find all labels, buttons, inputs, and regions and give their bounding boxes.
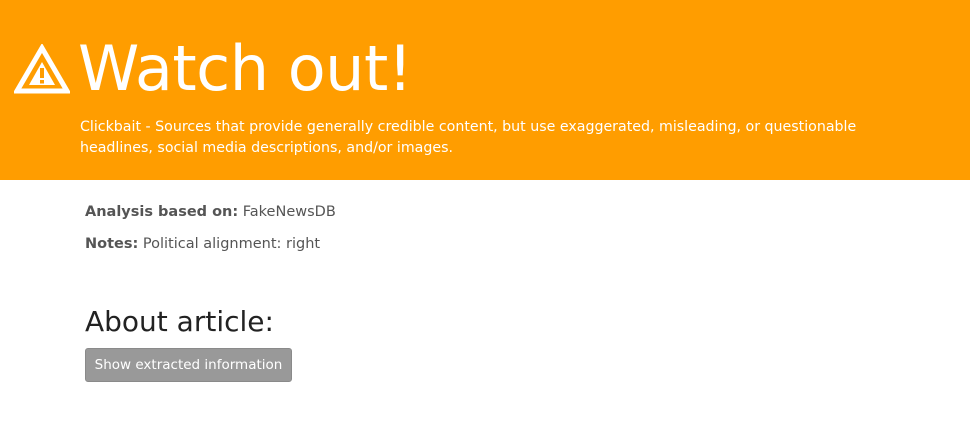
warning-triangle-icon — [14, 44, 70, 94]
warning-banner: Watch out! Clickbait - Sources that prov… — [0, 0, 970, 180]
notes-label: Notes: — [85, 236, 139, 252]
analysis-source-value: FakeNewsDB — [242, 204, 336, 220]
notes-line: Notes: Political alignment: right — [85, 234, 320, 254]
warning-headline: Watch out! — [78, 32, 413, 105]
show-extracted-information-button[interactable]: Show extracted information — [85, 348, 292, 382]
rating-description: Clickbait - Sources that provide general… — [80, 119, 857, 156]
analysis-source-line: Analysis based on: FakeNewsDB — [85, 202, 336, 222]
notes-value: Political alignment: right — [142, 236, 321, 252]
about-article-heading: About article: — [85, 305, 274, 338]
analysis-source-label: Analysis based on: — [85, 204, 239, 220]
